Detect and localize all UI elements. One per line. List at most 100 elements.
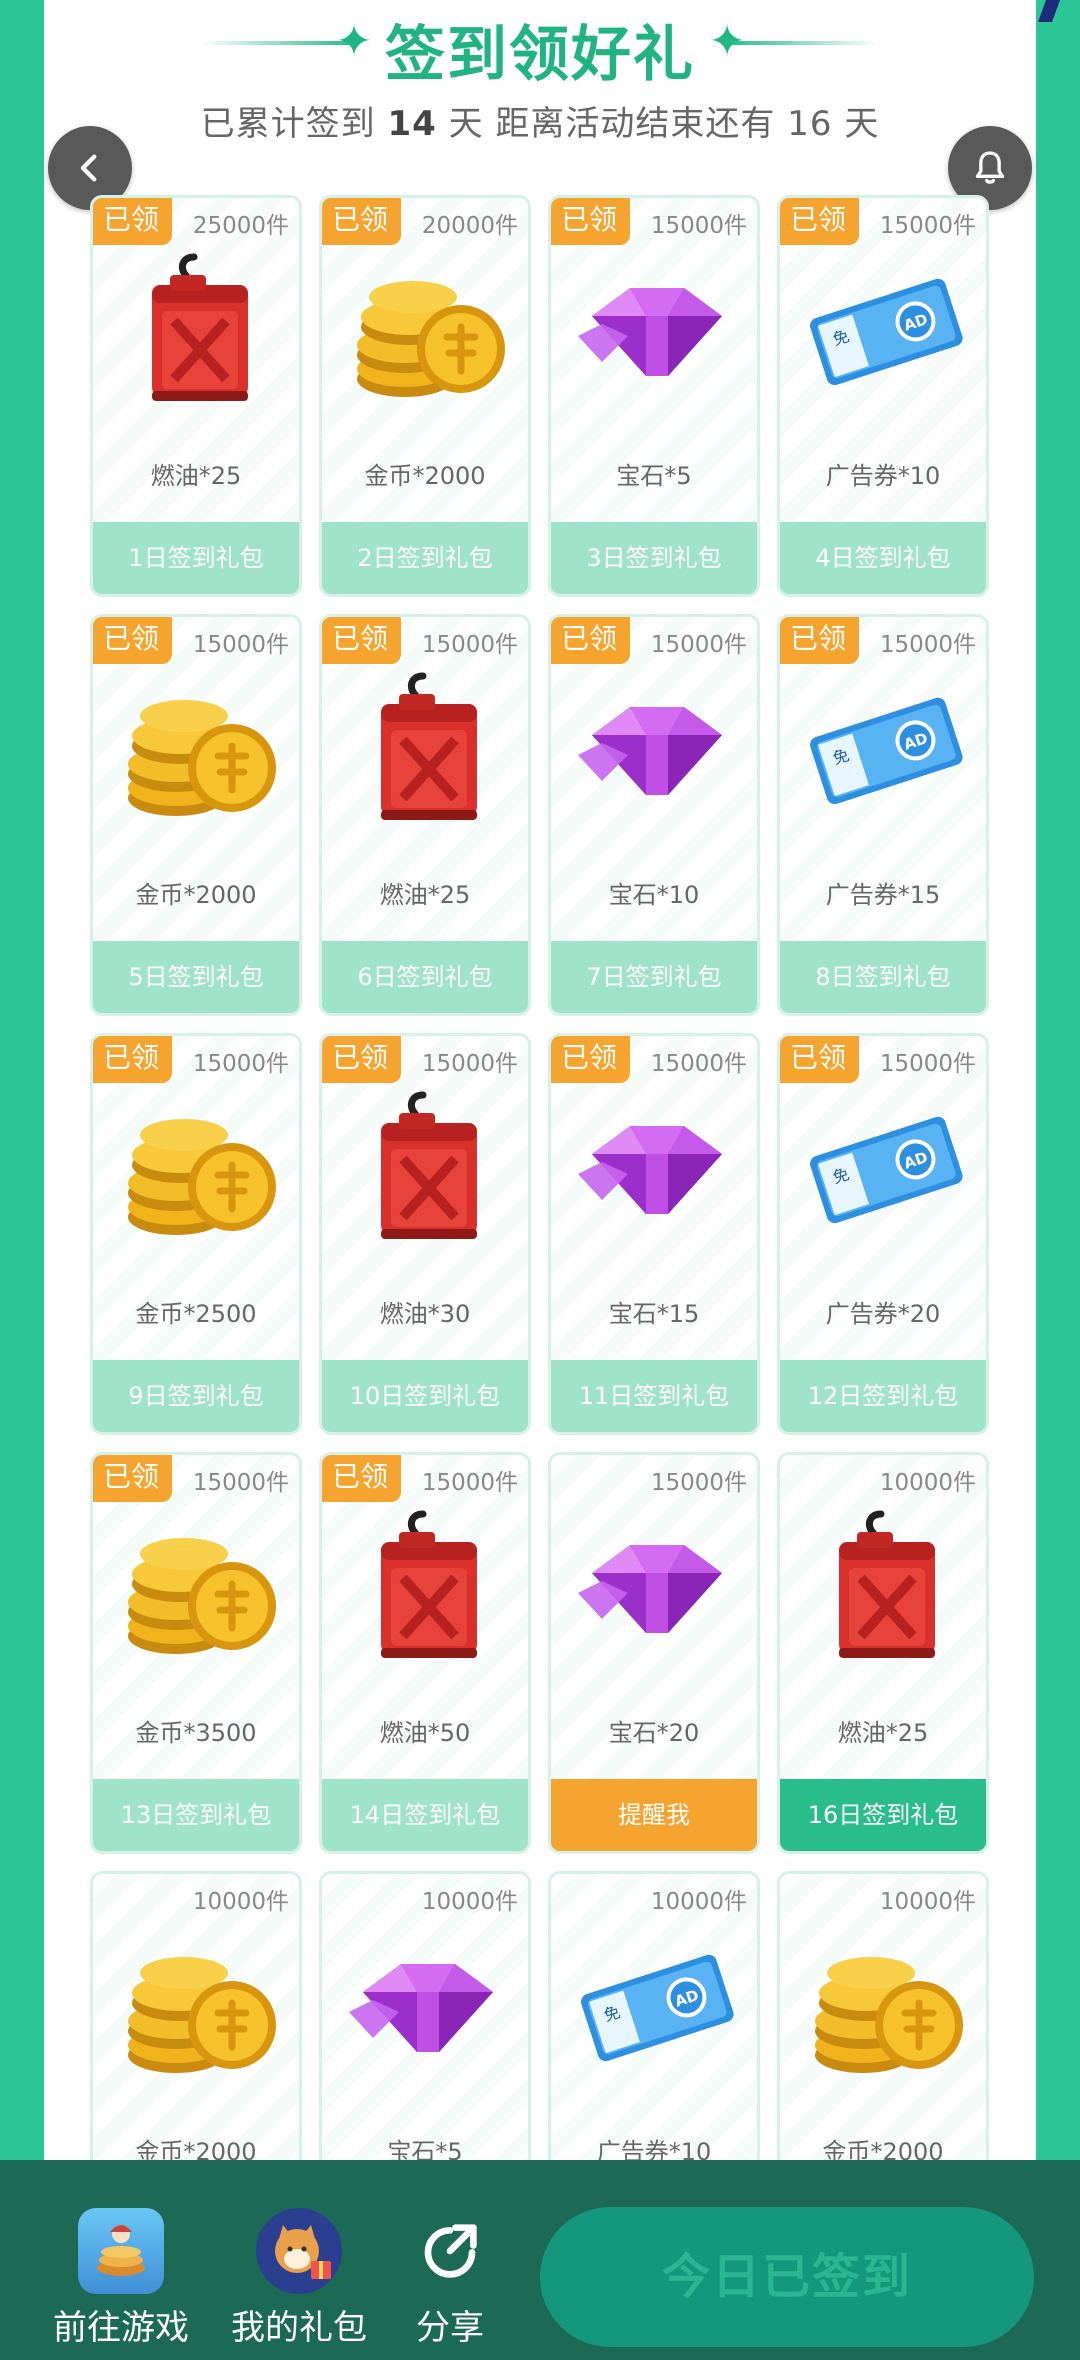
reward-card: 已领 15000件 金币*2000 5日签到礼包 — [90, 614, 302, 1016]
my-gifts-button[interactable]: 我的礼包 — [224, 2208, 374, 2348]
claimed-badge: 已领 — [322, 1455, 401, 1502]
remaining-days-count: 16 — [787, 104, 833, 144]
reward-card: 已领 15000件 宝石*15 11日签到礼包 — [548, 1033, 760, 1435]
chevron-left-icon — [80, 154, 97, 182]
reward-label: 金币*3500 — [135, 1719, 257, 1747]
game-app-icon — [78, 2208, 164, 2294]
reward-card: 10000件 宝石*5 — [319, 1871, 531, 2160]
day-gift-button[interactable]: 12日签到礼包 — [780, 1360, 986, 1432]
stock-quantity: 15000件 — [421, 632, 518, 658]
day-gift-button[interactable]: 14日签到礼包 — [322, 1779, 528, 1851]
day-gift-button[interactable]: 9日签到礼包 — [93, 1360, 299, 1432]
purple-gem-icon — [567, 1086, 747, 1251]
claimed-badge: 已领 — [93, 198, 172, 245]
day-gift-button[interactable]: 10日签到礼包 — [322, 1360, 528, 1432]
gold-coins-icon — [109, 1505, 289, 1670]
reward-label: 燃油*25 — [837, 1719, 929, 1747]
remind-me-button[interactable]: 提醒我 — [551, 1779, 757, 1851]
day-gift-button[interactable]: 16日签到礼包 — [780, 1779, 986, 1851]
day-gift-button[interactable]: 2日签到礼包 — [322, 522, 528, 594]
fuel-can-icon — [338, 1505, 518, 1670]
stock-quantity: 10000件 — [192, 1889, 289, 1915]
reward-card: 已领 15000件 燃油*30 10日签到礼包 — [319, 1033, 531, 1435]
purple-gem-icon — [567, 1505, 747, 1670]
claimed-badge: 已领 — [551, 617, 630, 664]
share-button[interactable]: 分享 — [400, 2208, 500, 2348]
summary-prefix: 已累计签到 — [200, 104, 376, 144]
reward-label: 广告券*20 — [825, 1300, 941, 1328]
reward-card: 10000件 燃油*25 16日签到礼包 — [777, 1452, 989, 1854]
claimed-badge: 已领 — [93, 1036, 172, 1083]
gold-coins-icon — [109, 1924, 289, 2089]
signed-today-button[interactable]: 今日已签到 — [540, 2207, 1034, 2347]
stock-quantity: 15000件 — [650, 1470, 747, 1496]
ad-ticket-icon: 免 AD — [796, 248, 976, 413]
fuel-can-icon — [338, 667, 518, 832]
reward-card: 已领 20000件 金币*2000 2日签到礼包 — [319, 195, 531, 597]
claimed-badge: 已领 — [780, 617, 859, 664]
fuel-can-icon — [109, 248, 289, 413]
reward-card: 已领 15000件 宝石*10 7日签到礼包 — [548, 614, 760, 1016]
stock-quantity: 15000件 — [192, 1051, 289, 1077]
ad-ticket-icon: 免 AD — [796, 1086, 976, 1251]
stock-quantity: 15000件 — [879, 213, 976, 239]
title-line-right — [725, 41, 880, 45]
reward-label: 燃油*50 — [379, 1719, 471, 1747]
claimed-badge: 已领 — [93, 1455, 172, 1502]
day-gift-button[interactable]: 7日签到礼包 — [551, 941, 757, 1013]
reward-label: 广告券*15 — [825, 881, 941, 909]
summary-suffix: 天 — [844, 104, 880, 144]
reward-card: 已领 15000件免 AD 广告券*10 4日签到礼包 — [777, 195, 989, 597]
stock-quantity: 15000件 — [879, 632, 976, 658]
claimed-badge: 已领 — [551, 198, 630, 245]
day-gift-button[interactable]: 4日签到礼包 — [780, 522, 986, 594]
gift-avatar-icon — [256, 2208, 342, 2294]
bell-icon — [975, 151, 1005, 184]
my-gifts-label: 我的礼包 — [231, 2308, 367, 2348]
stock-quantity: 15000件 — [650, 1051, 747, 1077]
gold-coins-icon — [338, 248, 518, 413]
claimed-badge: 已领 — [551, 1036, 630, 1083]
reward-card: 15000件宝石*20 提醒我 — [548, 1452, 760, 1854]
ad-ticket-icon: 免 AD — [796, 667, 976, 832]
day-gift-button[interactable]: 6日签到礼包 — [322, 941, 528, 1013]
background-right-edge — [1036, 0, 1080, 2160]
stock-quantity: 25000件 — [192, 213, 289, 239]
claimed-badge: 已领 — [93, 617, 172, 664]
claimed-badge: 已领 — [780, 198, 859, 245]
fuel-can-icon — [338, 1086, 518, 1251]
day-gift-button[interactable]: 11日签到礼包 — [551, 1360, 757, 1432]
fuel-can-icon — [796, 1505, 976, 1670]
reward-label: 广告券*10 — [825, 462, 941, 490]
claimed-badge: 已领 — [322, 198, 401, 245]
claimed-badge: 已领 — [322, 1036, 401, 1083]
day-gift-button[interactable]: 13日签到礼包 — [93, 1779, 299, 1851]
reward-label: 宝石*20 — [608, 1719, 700, 1747]
go-game-button[interactable]: 前往游戏 — [46, 2208, 196, 2348]
stock-quantity: 15000件 — [421, 1051, 518, 1077]
reward-card: 已领 15000件 宝石*5 3日签到礼包 — [548, 195, 760, 597]
reward-card: 已领 15000件免 AD 广告券*15 8日签到礼包 — [777, 614, 989, 1016]
gold-coins-icon — [109, 1086, 289, 1251]
reward-card: 已领 15000件免 AD 广告券*20 12日签到礼包 — [777, 1033, 989, 1435]
reward-label: 燃油*25 — [379, 881, 471, 909]
purple-gem-icon — [567, 667, 747, 832]
stock-quantity: 10000件 — [421, 1889, 518, 1915]
page-title: 签到领好礼 — [385, 20, 695, 90]
stock-quantity: 10000件 — [650, 1889, 747, 1915]
day-gift-button[interactable]: 1日签到礼包 — [93, 522, 299, 594]
ad-ticket-icon: 免 AD — [567, 1924, 747, 2089]
purple-gem-icon — [567, 248, 747, 413]
day-gift-button[interactable]: 3日签到礼包 — [551, 522, 757, 594]
go-game-label: 前往游戏 — [53, 2308, 189, 2348]
day-gift-button[interactable]: 8日签到礼包 — [780, 941, 986, 1013]
reward-card: 已领 15000件 金币*3500 13日签到礼包 — [90, 1452, 302, 1854]
reward-label: 金币*2000 — [364, 462, 486, 490]
reward-card: 已领 15000件 燃油*25 6日签到礼包 — [319, 614, 531, 1016]
stock-quantity: 15000件 — [192, 632, 289, 658]
reward-card: 已领 15000件 金币*2500 9日签到礼包 — [90, 1033, 302, 1435]
share-icon — [407, 2208, 493, 2294]
share-label: 分享 — [416, 2308, 484, 2348]
stock-quantity: 15000件 — [650, 213, 747, 239]
day-gift-button[interactable]: 5日签到礼包 — [93, 941, 299, 1013]
